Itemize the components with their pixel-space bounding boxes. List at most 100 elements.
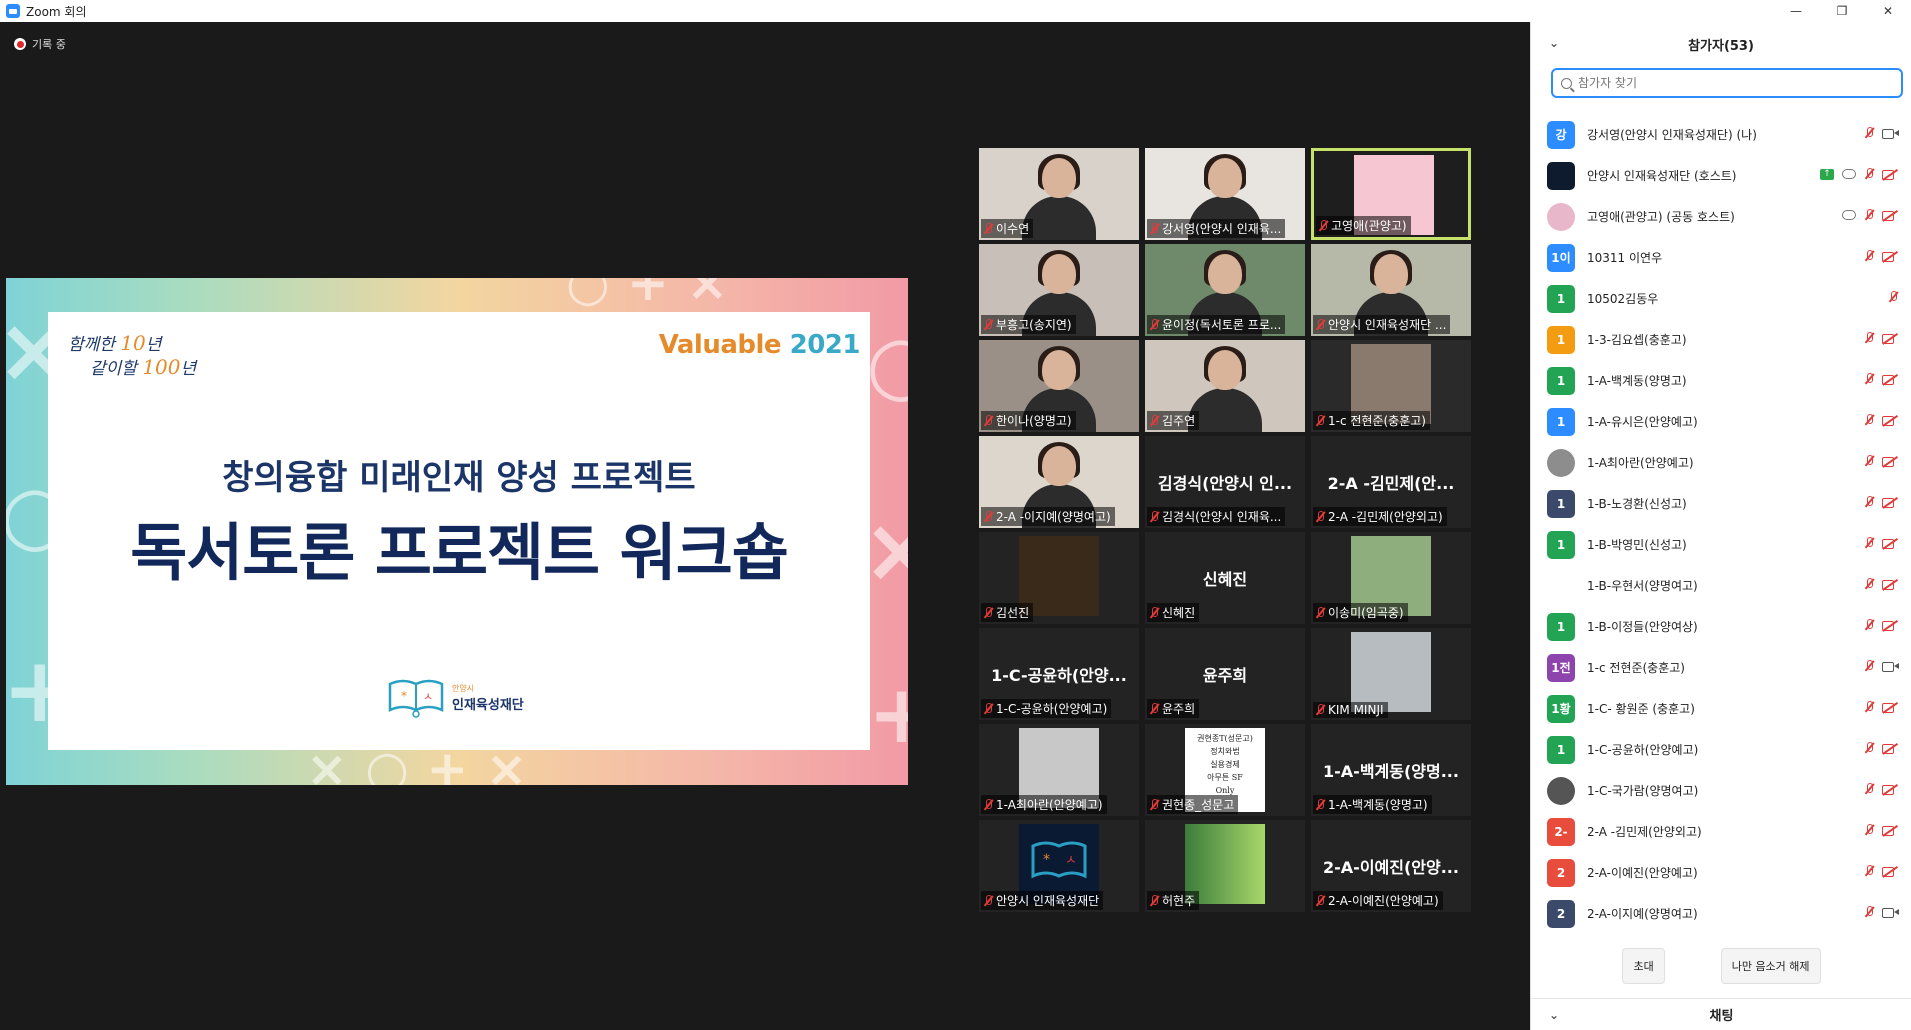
participant-row[interactable]: 1-A최아란(안양예고) [1531,442,1911,483]
video-off-icon[interactable] [1882,456,1898,467]
video-off-icon[interactable] [1882,784,1898,795]
video-tile[interactable]: 1-c 전현준(충훈고) [1311,340,1471,432]
video-off-icon[interactable] [1882,169,1898,180]
participant-row[interactable]: 1 1-C-공윤하(안양예고) [1531,729,1911,770]
mic-muted-icon[interactable] [1864,414,1874,426]
participant-search-box[interactable] [1551,68,1903,98]
participant-row[interactable]: 1 1-B-이정들(안양여상) [1531,606,1911,647]
mic-muted-icon[interactable] [1864,701,1874,713]
video-off-icon[interactable] [1882,415,1898,426]
video-on-icon[interactable] [1882,907,1899,918]
minimize-button[interactable]: — [1773,0,1819,22]
participant-list[interactable]: 강 강서영(안양시 인재육성재단) (나) 안양시 인재육성재단 (호스트) ↑ 고영애… [1531,114,1911,940]
participant-row[interactable]: 고영애(관양고) (공동 호스트) [1531,196,1911,237]
video-tile[interactable]: 강서영(안양시 인재육... [1145,148,1305,240]
mic-muted-icon[interactable] [1864,373,1874,385]
video-tile[interactable]: 김선진 [979,532,1139,624]
video-off-icon[interactable] [1882,251,1898,262]
mic-muted-icon[interactable] [1864,906,1874,918]
participant-search-input[interactable] [1578,76,1878,90]
mic-muted-icon[interactable] [1864,619,1874,631]
video-tile[interactable]: * ㅅ 안양시 인재육성재단 [979,820,1139,912]
video-tile[interactable]: 2-A-이예진(안양... 2-A-이예진(안양예고) [1311,820,1471,912]
video-off-icon[interactable] [1882,210,1898,221]
close-button[interactable]: ✕ [1865,0,1911,22]
mic-muted-icon[interactable] [1864,168,1874,180]
mic-muted-icon[interactable] [1864,824,1874,836]
video-off-icon[interactable] [1882,497,1898,508]
video-off-icon[interactable] [1882,825,1898,836]
video-tile[interactable]: KIM MINJI [1311,628,1471,720]
participant-status-icons [1888,291,1898,303]
video-tile[interactable]: 허현주 [1145,820,1305,912]
video-off-icon[interactable] [1882,579,1898,590]
collapse-chevron-icon[interactable]: ⌄ [1549,36,1559,50]
video-tile[interactable]: 1-C-공윤하(안양... 1-C-공윤하(안양예고) [979,628,1139,720]
video-tile[interactable]: 이수연 [979,148,1139,240]
participant-row[interactable]: 1 1-A-백계동(양명고) [1531,360,1911,401]
participant-avatar: 1 [1547,612,1575,641]
video-tile[interactable]: 윤이정(독서토론 프로... [1145,244,1305,336]
video-on-icon[interactable] [1882,128,1899,139]
video-tile[interactable]: 이송미(임곡중) [1311,532,1471,624]
unmute-me-button[interactable]: 나만 음소거 해제 [1720,948,1821,984]
mic-muted-icon[interactable] [1864,537,1874,549]
video-off-icon[interactable] [1882,743,1898,754]
tile-name-label: 1-c 전현준(충훈고) [1313,411,1430,430]
video-tile[interactable]: 신혜진 신혜진 [1145,532,1305,624]
video-tile[interactable]: 윤주희 윤주희 [1145,628,1305,720]
participant-row[interactable]: 1전 1-c 전현준(충훈고) [1531,647,1911,688]
mic-muted-icon[interactable] [1864,496,1874,508]
video-tile[interactable]: 2-A -김민제(안... 2-A -김민제(안양외고) [1311,436,1471,528]
mic-muted-icon[interactable] [1864,660,1874,672]
participant-row[interactable]: 안양시 인재육성재단 (호스트) ↑ [1531,155,1911,196]
video-tile[interactable]: 고영애(관양고) [1311,148,1471,240]
video-off-icon[interactable] [1882,620,1898,631]
video-off-icon[interactable] [1882,866,1898,877]
video-off-icon[interactable] [1882,374,1898,385]
video-tile[interactable]: 권현종T(성문고) 정치와법 실용경제 아무튼 SF Only 권현종_성문고 [1145,724,1305,816]
mic-muted-icon[interactable] [1864,332,1874,344]
video-tile[interactable]: 안양시 인재육성재단 ... [1311,244,1471,336]
video-tile[interactable]: 2-A -이지예(양명여고) [979,436,1139,528]
mic-muted-icon[interactable] [1864,127,1874,139]
video-off-icon[interactable] [1882,538,1898,549]
mic-muted-icon[interactable] [1864,783,1874,795]
video-tile[interactable]: 1-A최아란(안양예고) [979,724,1139,816]
mic-muted-icon[interactable] [1864,455,1874,467]
video-tile[interactable]: 1-A-백계동(양명... 1-A-백계동(양명고) [1311,724,1471,816]
participant-row[interactable]: 2- 2-A -김민제(안양외고) [1531,811,1911,852]
participant-row[interactable]: 1황 1-C- 황원준 (충훈고) [1531,688,1911,729]
mic-muted-icon[interactable] [1864,209,1874,221]
video-off-icon[interactable] [1882,333,1898,344]
participant-row[interactable]: 1 1-B-노경환(신성고) [1531,483,1911,524]
chat-header[interactable]: ⌄ 채팅 [1531,998,1911,1030]
invite-button[interactable]: 초대 [1622,948,1665,984]
participant-row[interactable]: 2 2-A-이지예(양명여고) [1531,893,1911,934]
participant-row[interactable]: 1-B-우현서(양명여고) [1531,565,1911,606]
video-tile[interactable]: 김주연 [1145,340,1305,432]
participant-row[interactable]: 강 강서영(안양시 인재육성재단) (나) [1531,114,1911,155]
mic-muted-icon[interactable] [1864,742,1874,754]
mic-muted-icon [983,318,993,331]
participant-row[interactable]: 1 1-B-박영민(신성고) [1531,524,1911,565]
participant-row[interactable]: 1-C-국가람(양명여고) [1531,770,1911,811]
chat-chevron-icon[interactable]: ⌄ [1549,1008,1559,1022]
participant-name: 안양시 인재육성재단 (호스트) [1587,169,1737,183]
video-on-icon[interactable] [1882,661,1899,672]
participant-row[interactable]: 1 10502김동우 [1531,278,1911,319]
mic-muted-icon[interactable] [1864,578,1874,590]
participant-row[interactable]: 1이 10311 이연우 [1531,237,1911,278]
participant-row[interactable]: 1 1-A-유시은(안양예고) [1531,401,1911,442]
participant-row[interactable]: 1 1-3-김요셉(충훈고) [1531,319,1911,360]
participant-row[interactable]: 2 2-A-이예진(안양예고) [1531,852,1911,893]
recording-indicator[interactable]: 기록 중 [14,36,66,52]
restore-button[interactable]: ❐ [1819,0,1865,22]
video-tile[interactable]: 김경식(안양시 인... 김경식(안양시 인재육... [1145,436,1305,528]
video-off-icon[interactable] [1882,702,1898,713]
video-tile[interactable]: 한이나(양명고) [979,340,1139,432]
mic-muted-icon[interactable] [1864,865,1874,877]
mic-muted-icon[interactable] [1888,291,1898,303]
mic-muted-icon[interactable] [1864,250,1874,262]
video-tile[interactable]: 부흥고(송지연) [979,244,1139,336]
